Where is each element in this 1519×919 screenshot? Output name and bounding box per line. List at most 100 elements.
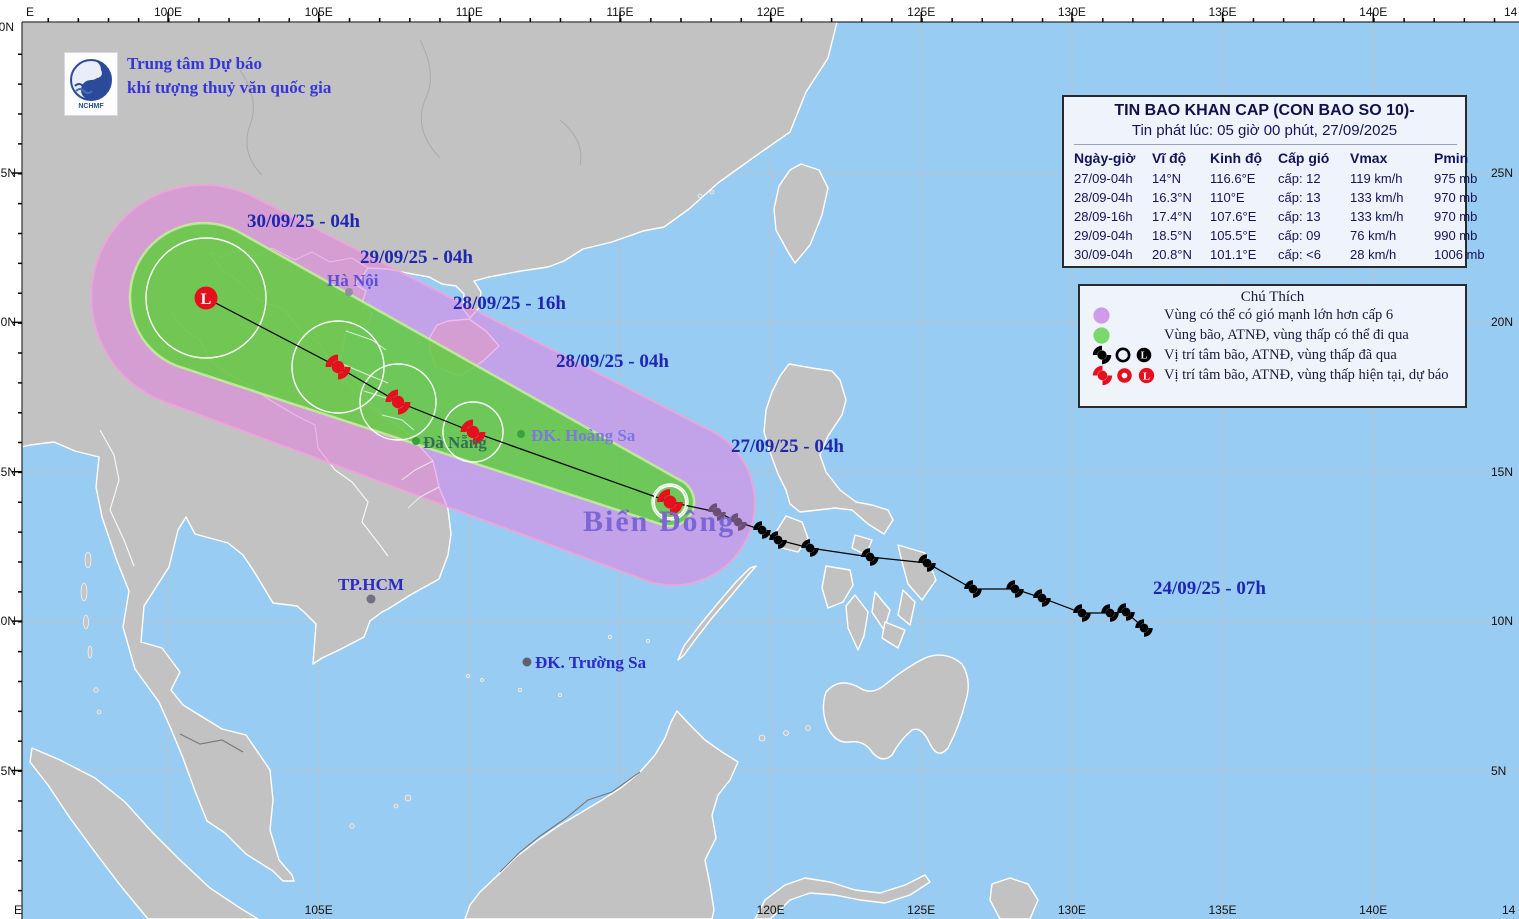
past-depression-icon [1115, 347, 1131, 363]
cell-pmin: 970 mb [1434, 209, 1478, 224]
lon-label-top: 100E [154, 5, 182, 19]
hoangsa-dot [517, 430, 525, 438]
lon-label-bottom: 130E [1058, 903, 1086, 917]
lon-label-bottom: 140E [1359, 903, 1387, 917]
lon-label-top-partial: 14 [1504, 5, 1518, 19]
lat-label-left: 15N [0, 465, 16, 479]
date-label-5: 24/09/25 - 07h [1153, 578, 1266, 599]
col-header: Pmin [1434, 150, 1469, 166]
cell-lat: 20.8°N [1152, 247, 1192, 262]
date-label-3: 28/09/25 - 04h [556, 351, 669, 372]
legend-row: Vùng bão, ATNĐ, vùng thấp có thể đi qua [1080, 326, 1465, 346]
cell-lon: 116.6°E [1210, 171, 1256, 186]
forecast-typhoon-icon [1092, 365, 1113, 385]
cell-vmax: 133 km/h [1350, 190, 1404, 205]
legend-title: Chú Thích [1240, 289, 1305, 305]
purple-zone-icon [1093, 307, 1110, 324]
lon-label-top: 115E [606, 5, 633, 19]
cell-datetime: 29/09-04h [1074, 228, 1133, 243]
forecast-row: 28/09-04h 16.3°N 110°E cấp: 13 133 km/h … [1074, 188, 1477, 207]
cell-pmin: 990 mb [1434, 228, 1478, 243]
lat-label-right: 10N [1491, 614, 1513, 628]
date-label-0: 30/09/25 - 04h [247, 211, 360, 232]
svg-text:L: L [1143, 371, 1150, 382]
forecast-table: Ngày-giờ Vĩ độ Kinh độ Cấp gió Vmax Pmin… [1074, 144, 1485, 264]
forecast-depression-icon [1117, 367, 1132, 383]
cell-vmax: 119 km/h [1350, 171, 1403, 186]
nchmf-logo-text: NCHMF [78, 103, 104, 110]
lon-label-top: 105E [305, 5, 333, 19]
legend-row: L Vị trí tâm bão, ATNĐ, vùng thấp hiện t… [1080, 365, 1465, 385]
cell-vmax: 133 km/h [1350, 209, 1404, 224]
svg-text:L: L [1141, 351, 1148, 362]
danang-dot [412, 437, 420, 445]
city-label-danang: Đà Nẵng [423, 433, 487, 452]
legend-row: Vùng có thể có gió mạnh lớn hơn cấp 6 [1080, 306, 1465, 326]
bulletin-panel: TIN BAO KHAN CAP (CON BAO SO 10)- Tin ph… [1062, 95, 1485, 268]
lon-label-top: 110E [456, 5, 483, 19]
agency-name-line2: khí tượng thuỷ văn quốc gia [127, 77, 332, 97]
green-zone-icon [1093, 327, 1110, 344]
agency-name-line1: Trung tâm Dự báo [127, 54, 263, 73]
low-pressure-letter: L [201, 291, 212, 308]
forecast-row: 29/09-04h 18.5°N 105.5°E cấp: 09 76 km/h… [1074, 226, 1477, 245]
bulletin-issued-time: Tin phát lúc: 05 giờ 00 phút, 27/09/2025 [1131, 122, 1398, 139]
cell-lon: 105.5°E [1210, 228, 1257, 243]
lon-label-top: 130E [1058, 5, 1086, 19]
legend-row: L Vị trí tâm bão, ATNĐ, vùng thấp đã qua [1080, 345, 1465, 365]
tphcm-dot [366, 594, 376, 604]
date-label-1: 29/09/25 - 04h [360, 247, 473, 268]
legend-label: Vùng có thể có gió mạnh lớn hơn cấp 6 [1164, 307, 1394, 324]
cell-lat: 17.4°N [1152, 209, 1192, 224]
col-header: Vĩ độ [1152, 150, 1187, 166]
nchmf-logo-emblem [70, 59, 112, 101]
forecast-low-icon: L [1138, 367, 1155, 383]
city-label-hanoi: Hà Nội [327, 271, 379, 290]
legend-label: Vùng bão, ATNĐ, vùng thấp có thể đi qua [1164, 326, 1409, 343]
cell-lat: 18.5°N [1152, 228, 1192, 243]
cell-datetime: 30/09-04h [1074, 247, 1133, 262]
col-header: Vmax [1350, 150, 1388, 166]
truongsa-dot [522, 657, 532, 667]
lon-label-bottom: 105E [305, 903, 333, 917]
lon-label-bottom-partial: 14 [1502, 903, 1516, 917]
lat-label-right: 15N [1491, 465, 1513, 479]
date-label-4: 27/09/25 - 04h [731, 436, 844, 457]
city-label-hoangsa: ĐK. Hoàng Sa [531, 426, 636, 445]
lat-label-right: 25N [1491, 166, 1513, 180]
cell-category: cấp: 09 [1278, 228, 1321, 243]
date-label-2: 28/09/25 - 16h [453, 293, 566, 314]
cell-category: cấp: <6 [1278, 247, 1322, 262]
cell-category: cấp: 13 [1278, 209, 1321, 224]
city-label-truongsa: ĐK. Trường Sa [535, 653, 647, 672]
lon-label-top: 140E [1359, 5, 1387, 19]
lon-label-top: 135E [1208, 5, 1236, 19]
lon-label-bottom: 125E [907, 903, 935, 917]
forecast-row: 28/09-16h 17.4°N 107.6°E cấp: 13 133 km/… [1074, 207, 1477, 226]
cell-lon: 101.1°E [1210, 247, 1257, 262]
cell-pmin: 975 mb [1434, 171, 1478, 186]
cell-lat: 14°N [1152, 171, 1182, 186]
lat-label-corner: 30N [0, 20, 14, 34]
lat-label-left: 5N [1, 764, 16, 778]
nchmf-logo: NCHMF [64, 52, 118, 116]
cell-lon: 110°E [1210, 190, 1245, 205]
col-header: Kinh độ [1210, 150, 1263, 166]
lon-label-bottom: 135E [1208, 903, 1236, 917]
cell-datetime: 28/09-04h [1074, 190, 1133, 205]
sea-label: Biển Đông [583, 505, 735, 538]
past-typhoon-icon [1092, 345, 1112, 365]
agency-name: Trung tâm Dự báo khí tượng thuỷ văn quốc… [127, 52, 331, 100]
lon-label-top: 125E [907, 5, 935, 19]
col-header: Cấp gió [1278, 150, 1330, 166]
lon-label-top-partial: E [26, 5, 34, 19]
city-label-tphcm: TP.HCM [338, 575, 404, 594]
legend-label: Vị trí tâm bão, ATNĐ, vùng thấp đã qua [1164, 346, 1397, 363]
past-low-icon: L [1136, 347, 1152, 363]
cell-pmin: 1006 mb [1434, 247, 1485, 262]
lat-label-left: 25N [0, 166, 16, 180]
lon-label-bottom: 120E [757, 903, 785, 917]
cell-vmax: 28 km/h [1350, 247, 1397, 262]
forecast-table-header: Ngày-giờ Vĩ độ Kinh độ Cấp gió Vmax Pmin [1074, 148, 1468, 169]
left-axis-strip [0, 0, 22, 919]
